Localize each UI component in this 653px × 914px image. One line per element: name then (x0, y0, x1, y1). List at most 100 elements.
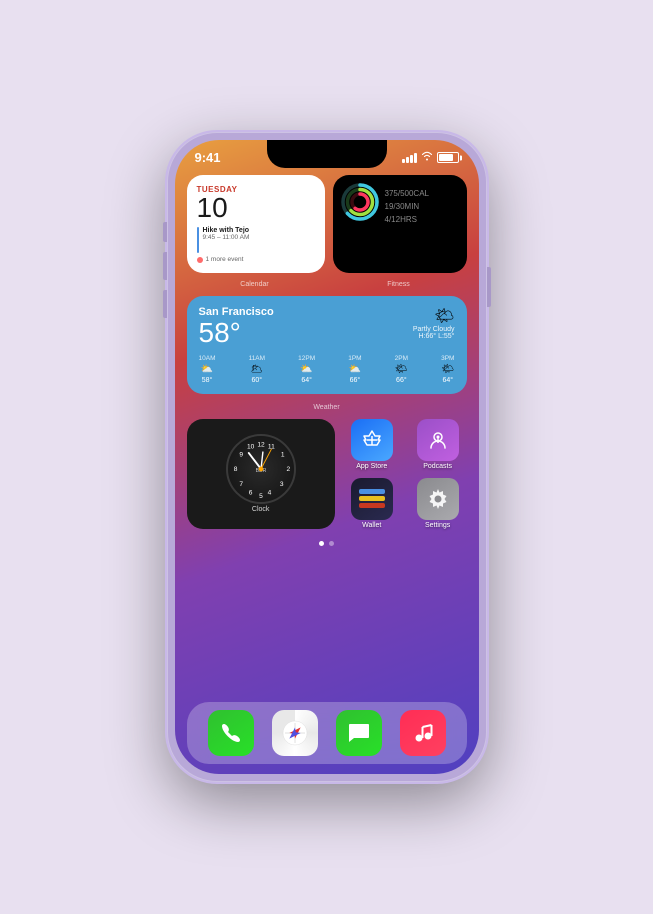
weather-hour-1: 11AM 🌥 60° (249, 355, 266, 384)
signal-bar-2 (406, 157, 409, 163)
wallet-stripe-3 (359, 503, 385, 508)
clock-svg: 12 1 2 3 4 5 6 7 8 9 10 11 (228, 434, 294, 504)
music-icon (410, 720, 436, 746)
settings-name: Settings (425, 522, 450, 529)
wallet-icon (351, 478, 393, 520)
battery-icon (437, 152, 459, 163)
fitness-label: Fitness (331, 281, 467, 288)
stat-move: 375/500CAL (385, 187, 459, 199)
svg-text:7: 7 (239, 481, 243, 488)
widget-labels-row1: Calendar Fitness (187, 281, 467, 288)
apps-grid: App Store Podcasts (343, 419, 467, 529)
svg-text:8: 8 (233, 466, 237, 473)
volume-up-button[interactable] (163, 252, 167, 280)
safari-icon (281, 719, 309, 747)
wifi-icon (421, 151, 433, 164)
phone-device: 9:41 (167, 132, 487, 782)
notch (267, 140, 387, 168)
svg-text:9: 9 (239, 452, 243, 459)
podcasts-app[interactable]: Podcasts (409, 419, 467, 470)
weather-widget[interactable]: San Francisco 58° 🌤 Partly Cloudy H:66° … (187, 296, 467, 394)
calendar-widget[interactable]: TUESDAY 10 Hike with Tejo 9:45 – 11:00 A… (187, 175, 325, 273)
home-content: TUESDAY 10 Hike with Tejo 9:45 – 11:00 A… (175, 167, 479, 698)
signal-bar-3 (410, 155, 413, 163)
appstore-app[interactable]: App Store (343, 419, 401, 470)
svg-text:3: 3 (280, 481, 284, 488)
dock-phone[interactable] (208, 710, 254, 756)
dock (187, 702, 467, 764)
status-time: 9:41 (195, 150, 221, 165)
fitness-widget[interactable]: 375/500CAL 19/30MIN 4/12HRS (333, 175, 467, 273)
appstore-name: App Store (356, 463, 387, 470)
wallet-stripe-1 (359, 489, 385, 494)
messages-icon (346, 720, 372, 746)
wallet-stripe-2 (359, 496, 385, 501)
weather-label: Weather (187, 404, 467, 411)
volume-down-button[interactable] (163, 290, 167, 318)
weather-hour-5: 3PM 🌤 64° (441, 355, 454, 384)
svg-text:5: 5 (259, 494, 263, 501)
dock-messages[interactable] (336, 710, 382, 756)
clock-widget[interactable]: 12 1 2 3 4 5 6 7 8 9 10 11 (187, 419, 335, 529)
svg-text:12: 12 (257, 442, 265, 449)
svg-text:10: 10 (247, 444, 255, 451)
weather-hour-2: 12PM ⛅ 64° (298, 355, 315, 384)
weather-cloud-icon: 🌤 (413, 306, 455, 326)
event-text: Hike with Tejo 9:45 – 11:00 AM (203, 227, 250, 241)
podcasts-svg (426, 428, 450, 452)
battery-fill (439, 154, 453, 161)
signal-bar-4 (414, 153, 417, 163)
activity-rings (341, 183, 379, 221)
settings-svg (425, 486, 451, 512)
wallet-app[interactable]: Wallet (343, 478, 401, 529)
calendar-date: 10 (197, 194, 315, 222)
svg-text:2: 2 (286, 466, 290, 473)
clock-face: 12 1 2 3 4 5 6 7 8 9 10 11 (226, 434, 296, 504)
page-dots (187, 537, 467, 550)
weather-header: San Francisco 58° 🌤 Partly Cloudy H:66° … (199, 306, 455, 349)
power-button[interactable] (487, 267, 491, 307)
signal-bars (402, 153, 417, 163)
more-text: 1 more event (206, 256, 244, 263)
widgets-row-top: TUESDAY 10 Hike with Tejo 9:45 – 11:00 A… (187, 175, 467, 273)
wallet-name: Wallet (362, 522, 381, 529)
clock-label: Clock (252, 506, 270, 513)
page-dot-1 (319, 541, 324, 546)
weather-condition: Partly Cloudy (413, 326, 455, 333)
podcasts-icon (417, 419, 459, 461)
weather-left: San Francisco 58° (199, 306, 274, 349)
more-dot (197, 257, 203, 263)
more-event: 1 more event (197, 256, 315, 263)
calendar-event: Hike with Tejo 9:45 – 11:00 AM (197, 227, 315, 253)
wallet-inner (359, 489, 385, 508)
settings-app[interactable]: Settings (409, 478, 467, 529)
appstore-icon (351, 419, 393, 461)
apps-row: 12 1 2 3 4 5 6 7 8 9 10 11 (187, 419, 467, 529)
dock-music[interactable] (400, 710, 446, 756)
event-bar (197, 227, 199, 253)
event-title: Hike with Tejo (203, 227, 250, 234)
weather-hour-0: 10AM ⛅ 58° (199, 355, 216, 384)
page-dot-2 (329, 541, 334, 546)
weather-hourly: 10AM ⛅ 58° 11AM 🌥 60° 12PM ⛅ 64° (199, 355, 455, 384)
status-icons (402, 151, 459, 164)
svg-text:4: 4 (267, 490, 271, 497)
weather-hl: H:66° L:55° (413, 333, 455, 340)
svg-text:6: 6 (248, 490, 252, 497)
settings-icon (417, 478, 459, 520)
signal-bar-1 (402, 159, 405, 163)
silent-switch[interactable] (163, 222, 167, 242)
podcasts-name: Podcasts (423, 463, 452, 470)
phone-screen: 9:41 (175, 140, 479, 774)
weather-right: 🌤 Partly Cloudy H:66° L:55° (413, 306, 455, 340)
phone-icon (218, 720, 244, 746)
svg-text:1: 1 (281, 452, 285, 459)
dock-safari[interactable] (272, 710, 318, 756)
weather-hour-3: 1PM ⛅ 66° (348, 355, 361, 384)
stat-stand: 4/12HRS (385, 213, 459, 225)
appstore-svg (359, 427, 385, 453)
weather-hour-4: 2PM 🌤 66° (395, 355, 408, 384)
weather-temp: 58° (199, 318, 274, 349)
event-time: 9:45 – 11:00 AM (203, 234, 250, 241)
stat-exercise: 19/30MIN (385, 200, 459, 212)
